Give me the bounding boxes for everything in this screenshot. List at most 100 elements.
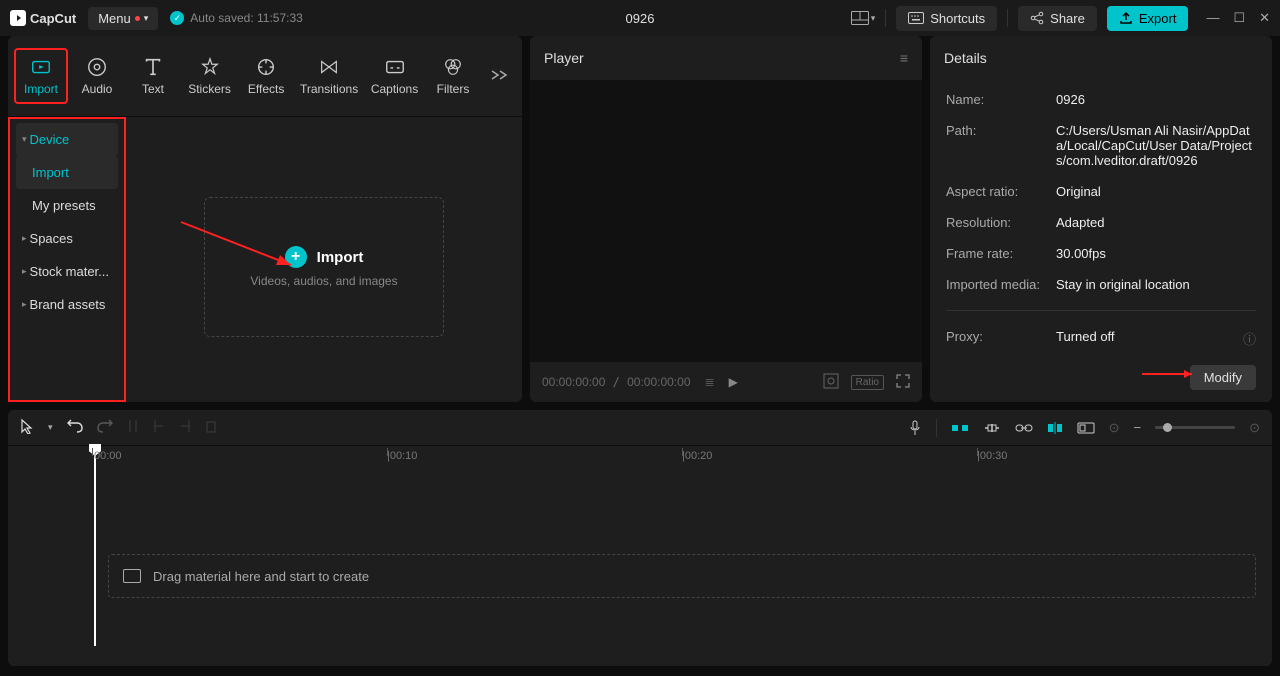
- zoom-slider[interactable]: [1155, 426, 1235, 429]
- zoom-out-icon[interactable]: −: [1134, 420, 1142, 435]
- project-title: 0926: [626, 11, 655, 26]
- sidebar-item-import[interactable]: Import: [16, 156, 118, 189]
- menu-button[interactable]: Menu ▾: [88, 7, 158, 30]
- tab-stickers[interactable]: Stickers: [182, 50, 237, 102]
- redo-button[interactable]: [97, 419, 113, 436]
- tab-effects[interactable]: Effects: [239, 50, 293, 102]
- autosave-status: ✓ Auto saved: 11:57:33: [170, 11, 303, 25]
- stickers-icon: [199, 56, 221, 78]
- trim-left-button[interactable]: [153, 419, 165, 436]
- effects-icon: [255, 56, 277, 78]
- settings-icon[interactable]: ⊙: [1109, 420, 1120, 436]
- player-menu-icon[interactable]: ≡: [900, 50, 908, 66]
- play-button[interactable]: ▶: [729, 375, 738, 389]
- zoom-fit-icon[interactable]: ⊙: [1249, 420, 1260, 436]
- player-viewport: [530, 80, 922, 362]
- value-resolution: Adapted: [1056, 215, 1256, 230]
- top-bar: CapCut Menu ▾ ✓ Auto saved: 11:57:33 092…: [0, 0, 1280, 36]
- notification-dot: [135, 16, 140, 21]
- share-icon: [1030, 11, 1044, 25]
- chain-icon[interactable]: [1015, 423, 1033, 433]
- cursor-dropdown[interactable]: ▾: [48, 422, 53, 433]
- player-panel: Player ≡ 00:00:00:00 / 00:00:00:00 ≣ ▶ R…: [530, 36, 922, 402]
- share-button[interactable]: Share: [1018, 6, 1097, 31]
- label-path: Path:: [946, 123, 1056, 168]
- label-fps: Frame rate:: [946, 246, 1056, 261]
- captions-icon: [384, 56, 406, 78]
- info-icon[interactable]: ⓘ: [1243, 329, 1256, 348]
- audio-icon: [86, 56, 108, 78]
- details-panel: Details Name:0926 Path:C:/Users/Usman Al…: [930, 36, 1272, 402]
- focus-icon[interactable]: [823, 373, 839, 392]
- value-fps: 30.00fps: [1056, 246, 1256, 261]
- label-resolution: Resolution:: [946, 215, 1056, 230]
- tool-tabs: Import Audio Text Stickers Effects Trans…: [8, 36, 522, 116]
- sidebar-item-spaces[interactable]: Spaces: [16, 222, 118, 255]
- mic-icon[interactable]: [908, 420, 922, 436]
- link-tool-icon[interactable]: [983, 422, 1001, 434]
- maximize-button[interactable]: ☐: [1233, 10, 1245, 26]
- timeline-dropzone[interactable]: Drag material here and start to create: [108, 554, 1256, 598]
- export-button[interactable]: Export: [1107, 6, 1189, 31]
- player-title: Player: [544, 50, 584, 66]
- undo-button[interactable]: [67, 419, 83, 436]
- list-icon[interactable]: ≣: [705, 375, 715, 389]
- more-tabs-icon[interactable]: [482, 69, 516, 84]
- timeline-ruler[interactable]: 00:00 |00:10 |00:20 |00:30: [8, 446, 1272, 470]
- chevron-down-icon: ▾: [144, 13, 149, 24]
- close-button[interactable]: ✕: [1259, 10, 1270, 26]
- tab-captions[interactable]: Captions: [365, 50, 424, 102]
- check-icon: ✓: [170, 11, 184, 25]
- modify-button[interactable]: Modify: [1190, 365, 1256, 390]
- tab-filters[interactable]: Filters: [426, 50, 480, 102]
- shortcuts-button[interactable]: Shortcuts: [896, 6, 997, 31]
- label-media: Imported media:: [946, 277, 1056, 292]
- tab-text[interactable]: Text: [126, 50, 180, 102]
- tab-import[interactable]: Import: [14, 48, 68, 104]
- app-name: CapCut: [30, 11, 76, 26]
- details-title: Details: [944, 50, 987, 66]
- sidebar-item-presets[interactable]: My presets: [16, 189, 118, 222]
- keyboard-icon: [908, 12, 924, 24]
- split-button[interactable]: [127, 419, 139, 436]
- app-logo: CapCut: [10, 10, 76, 26]
- text-icon: [142, 56, 164, 78]
- tab-audio[interactable]: Audio: [70, 50, 124, 102]
- timeline-tracks[interactable]: Drag material here and start to create: [8, 470, 1272, 666]
- delete-button[interactable]: [205, 419, 217, 436]
- label-aspect: Aspect ratio:: [946, 184, 1056, 199]
- time-current: 00:00:00:00 / 00:00:00:00: [542, 375, 691, 389]
- value-path: C:/Users/Usman Ali Nasir/AppData/Local/C…: [1056, 123, 1256, 168]
- plus-icon: +: [285, 246, 307, 268]
- player-controls: 00:00:00:00 / 00:00:00:00 ≣ ▶ Ratio: [530, 362, 922, 402]
- value-aspect: Original: [1056, 184, 1256, 199]
- value-name: 0926: [1056, 92, 1256, 107]
- ratio-button[interactable]: Ratio: [851, 375, 884, 390]
- magnet-icon[interactable]: [951, 421, 969, 435]
- layout-icon[interactable]: ▾: [851, 11, 876, 25]
- sidebar-item-brand[interactable]: Brand assets: [16, 288, 118, 321]
- import-icon: [30, 56, 52, 78]
- import-dropzone[interactable]: + Import Videos, audios, and images: [204, 197, 444, 337]
- tab-transitions[interactable]: Transitions: [295, 50, 363, 102]
- film-icon: [123, 569, 141, 583]
- transitions-icon: [318, 56, 340, 78]
- sidebar-item-stock[interactable]: Stock mater...: [16, 255, 118, 288]
- fullscreen-icon[interactable]: [896, 374, 910, 391]
- label-proxy: Proxy:: [946, 329, 1056, 344]
- label-name: Name:: [946, 92, 1056, 107]
- cursor-tool[interactable]: [20, 418, 34, 437]
- minimize-button[interactable]: —: [1206, 10, 1219, 26]
- sidebar-item-device[interactable]: Device: [16, 123, 118, 156]
- snap-icon[interactable]: [1047, 421, 1063, 435]
- logo-icon: [10, 10, 26, 26]
- import-area: + Import Videos, audios, and images: [126, 117, 522, 402]
- trim-right-button[interactable]: [179, 419, 191, 436]
- export-icon: [1119, 11, 1133, 25]
- timeline-panel: ▾ ⊙ − ⊙ 00:00 |00:10 |00:20 |00:30: [8, 410, 1272, 666]
- value-proxy: Turned off: [1056, 329, 1256, 344]
- import-sidebar: Device Import My presets Spaces Stock ma…: [8, 117, 126, 402]
- value-media: Stay in original location: [1056, 277, 1256, 292]
- preview-icon[interactable]: [1077, 422, 1095, 434]
- filters-icon: [442, 56, 464, 78]
